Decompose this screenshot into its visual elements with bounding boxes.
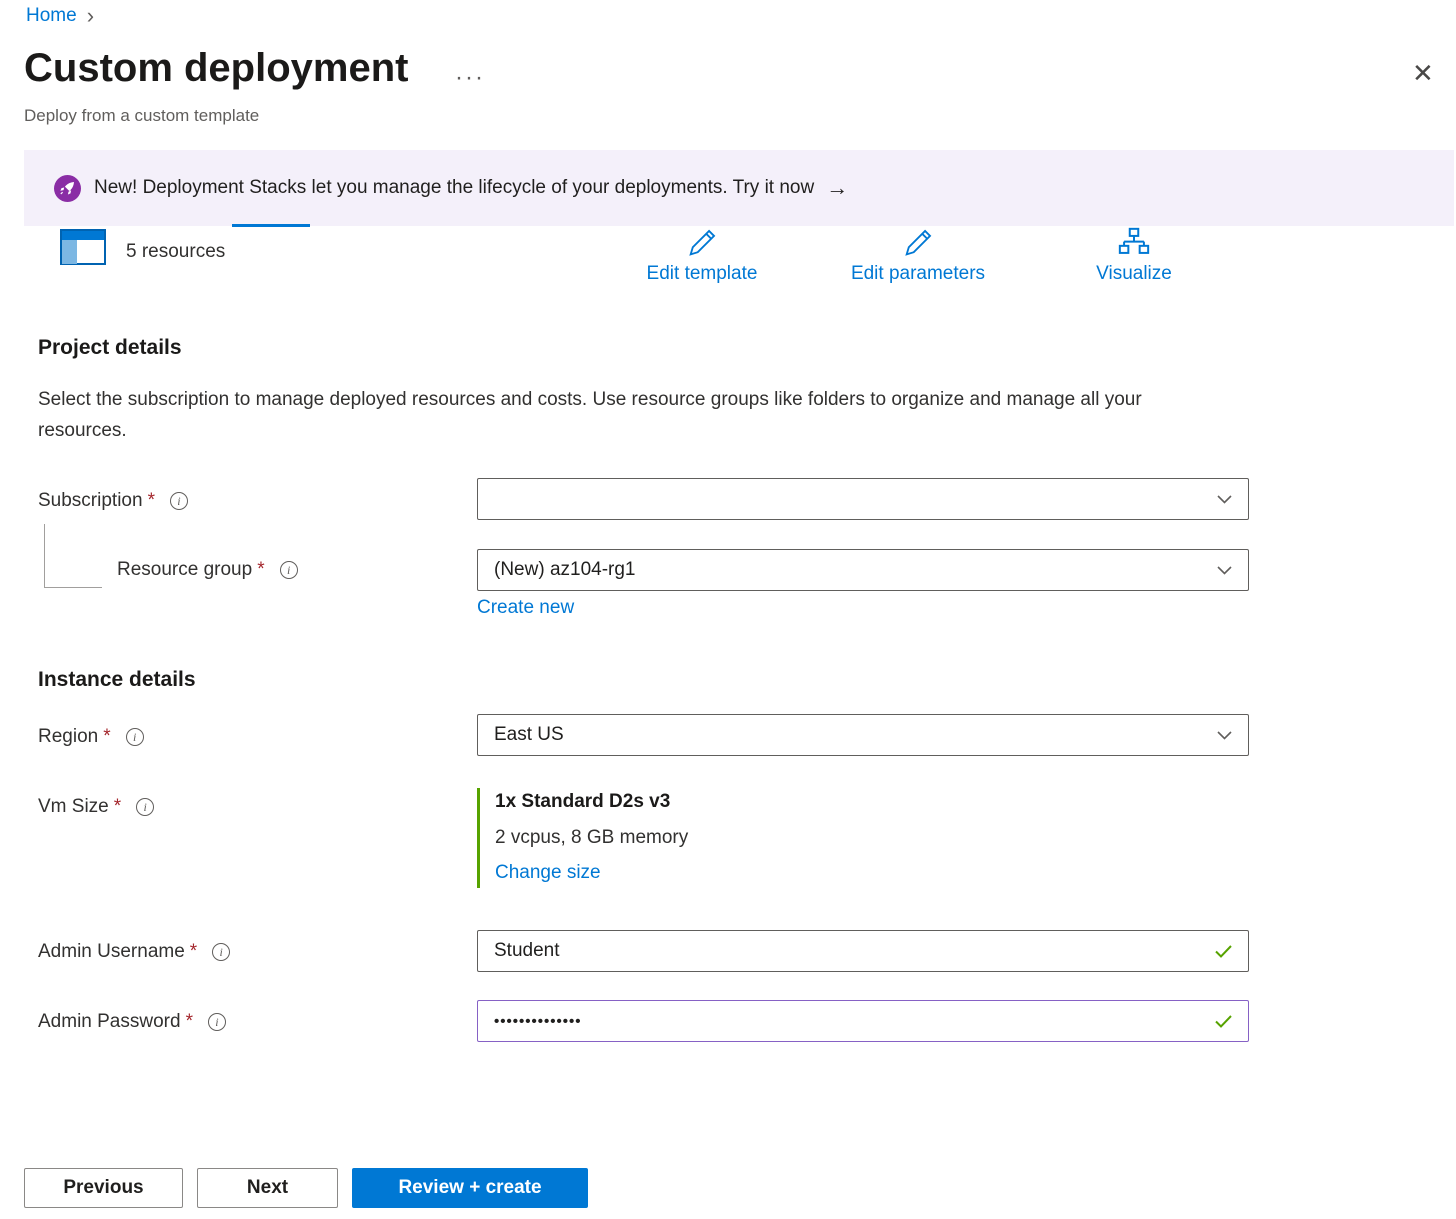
info-icon[interactable]: i (212, 943, 230, 961)
admin-username-label: Admin Username (38, 941, 185, 963)
clipped-element-fragment (232, 224, 310, 227)
previous-button[interactable]: Previous (24, 1168, 183, 1208)
review-create-button[interactable]: Review + create (352, 1168, 588, 1208)
resource-group-label: Resource group (117, 559, 252, 581)
resource-group-value: (New) az104-rg1 (494, 559, 636, 581)
required-asterisk: * (186, 1011, 193, 1033)
instance-details-heading: Instance details (38, 668, 196, 692)
template-resource-count: 5 resources (126, 241, 225, 263)
template-icon (60, 229, 106, 267)
edit-template-label: Edit template (647, 263, 758, 285)
vm-size-summary: 1x Standard D2s v3 2 vcpus, 8 GB memory … (477, 788, 688, 888)
create-new-link[interactable]: Create new (477, 597, 574, 619)
chevron-down-icon (1217, 566, 1232, 575)
pencil-icon (685, 226, 719, 260)
vm-size-label: Vm Size (38, 796, 109, 818)
deployment-stacks-banner[interactable]: New! Deployment Stacks let you manage th… (24, 150, 1454, 226)
subscription-label: Subscription (38, 490, 143, 512)
sitemap-icon (1117, 226, 1151, 260)
subscription-label-row: Subscription * i (38, 490, 188, 512)
admin-username-input[interactable] (494, 940, 1215, 962)
visualize-button[interactable]: Visualize (1049, 226, 1219, 285)
required-asterisk: * (148, 490, 155, 512)
pencil-icon (901, 226, 935, 260)
required-asterisk: * (114, 796, 121, 818)
resource-group-dropdown[interactable]: (New) az104-rg1 (477, 549, 1249, 591)
info-icon[interactable]: i (126, 728, 144, 746)
breadcrumb: Home › (26, 5, 94, 27)
page-subtitle: Deploy from a custom template (24, 106, 259, 126)
info-icon[interactable]: i (208, 1013, 226, 1031)
context-menu-button[interactable]: ··· (455, 64, 485, 92)
resource-group-label-row: Resource group * i (117, 559, 298, 581)
region-label-row: Region * i (38, 726, 144, 748)
close-icon[interactable]: ✕ (1412, 60, 1434, 86)
rocket-icon (54, 175, 81, 202)
required-asterisk: * (190, 941, 197, 963)
tree-connector-line (44, 524, 102, 588)
valid-check-icon (1215, 1015, 1232, 1028)
project-details-description: Select the subscription to manage deploy… (38, 384, 1208, 446)
region-label: Region (38, 726, 98, 748)
vm-size-title: 1x Standard D2s v3 (495, 791, 688, 813)
banner-arrow-icon[interactable]: → (826, 175, 848, 201)
edit-parameters-label: Edit parameters (851, 263, 985, 285)
info-icon[interactable]: i (136, 798, 154, 816)
chevron-down-icon (1217, 731, 1232, 740)
chevron-down-icon (1217, 495, 1232, 504)
required-asterisk: * (103, 726, 110, 748)
page-title: Custom deployment (24, 46, 408, 91)
edit-template-button[interactable]: Edit template (617, 226, 787, 285)
admin-password-fieldbox (477, 1000, 1249, 1042)
visualize-label: Visualize (1096, 263, 1172, 285)
valid-check-icon (1215, 945, 1232, 958)
admin-username-fieldbox (477, 930, 1249, 972)
banner-text: New! Deployment Stacks let you manage th… (94, 177, 814, 199)
region-value: East US (494, 724, 564, 746)
required-asterisk: * (257, 559, 264, 581)
breadcrumb-chevron-icon: › (87, 5, 94, 27)
edit-parameters-button[interactable]: Edit parameters (828, 226, 1008, 285)
region-dropdown[interactable]: East US (477, 714, 1249, 756)
change-size-link[interactable]: Change size (495, 862, 601, 884)
subscription-dropdown[interactable] (477, 478, 1249, 520)
info-icon[interactable]: i (170, 492, 188, 510)
admin-password-input[interactable] (494, 1013, 1215, 1030)
breadcrumb-home-link[interactable]: Home (26, 5, 77, 27)
admin-password-label-row: Admin Password * i (38, 1011, 226, 1033)
project-details-heading: Project details (38, 336, 182, 360)
info-icon[interactable]: i (280, 561, 298, 579)
next-button[interactable]: Next (197, 1168, 338, 1208)
admin-password-label: Admin Password (38, 1011, 181, 1033)
vm-size-detail: 2 vcpus, 8 GB memory (495, 827, 688, 849)
vm-size-label-row: Vm Size * i (38, 796, 154, 818)
admin-username-label-row: Admin Username * i (38, 941, 230, 963)
